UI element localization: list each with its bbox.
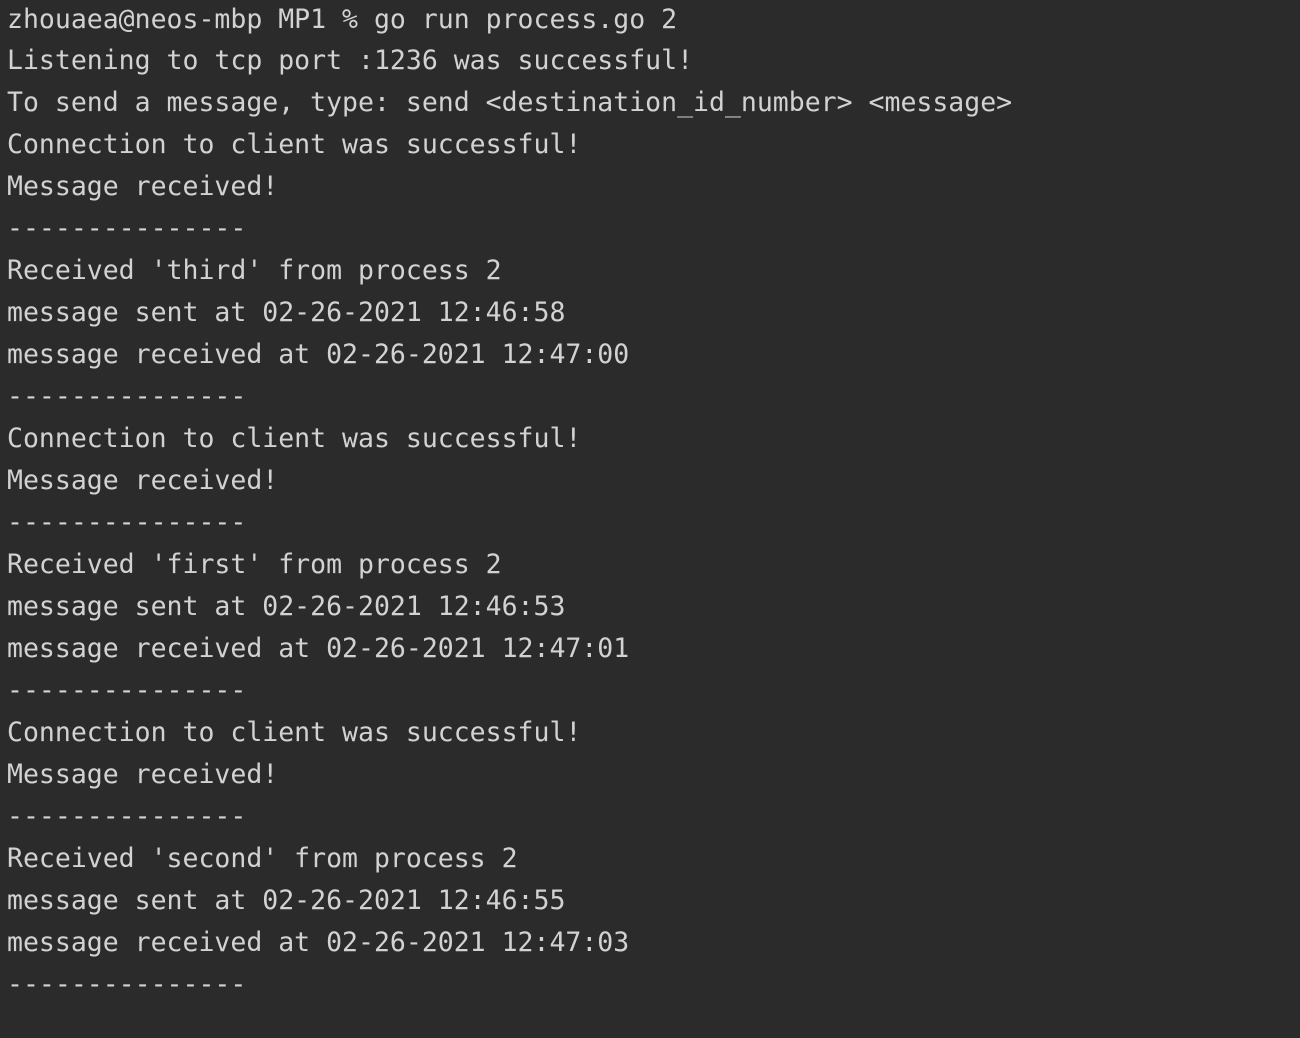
terminal-line: Connection to client was successful! [7, 423, 582, 454]
terminal-line: Listening to tcp port :1236 was successf… [7, 45, 694, 76]
terminal-separator: --------------- [7, 381, 247, 412]
terminal-output[interactable]: zhouaea@neos-mbp MP1 % go run process.go… [0, 0, 1300, 1038]
terminal-line: Message received! [7, 465, 279, 496]
terminal-separator: --------------- [7, 507, 247, 538]
terminal-line-prompt: zhouaea@neos-mbp MP1 % go run process.go… [7, 4, 678, 35]
terminal-line: Connection to client was successful! [7, 129, 582, 160]
terminal-separator: --------------- [7, 213, 247, 244]
terminal-separator: --------------- [7, 801, 247, 832]
terminal-line: message sent at 02-26-2021 12:46:55 [7, 885, 566, 916]
terminal-line: Message received! [7, 171, 279, 202]
terminal-line: message received at 02-26-2021 12:47:01 [7, 633, 630, 664]
terminal-line: To send a message, type: send <destinati… [7, 87, 1013, 118]
terminal-line: message sent at 02-26-2021 12:46:58 [7, 297, 566, 328]
terminal-line: message sent at 02-26-2021 12:46:53 [7, 591, 566, 622]
terminal-separator: --------------- [7, 675, 247, 706]
terminal-line: Message received! [7, 759, 279, 790]
terminal-separator: --------------- [7, 969, 247, 1000]
terminal-line: message received at 02-26-2021 12:47:03 [7, 927, 630, 958]
terminal-line: Received 'third' from process 2 [7, 255, 502, 286]
terminal-line: Connection to client was successful! [7, 717, 582, 748]
terminal-line: Received 'first' from process 2 [7, 549, 502, 580]
terminal-line: Received 'second' from process 2 [7, 843, 518, 874]
terminal-line: message received at 02-26-2021 12:47:00 [7, 339, 630, 370]
